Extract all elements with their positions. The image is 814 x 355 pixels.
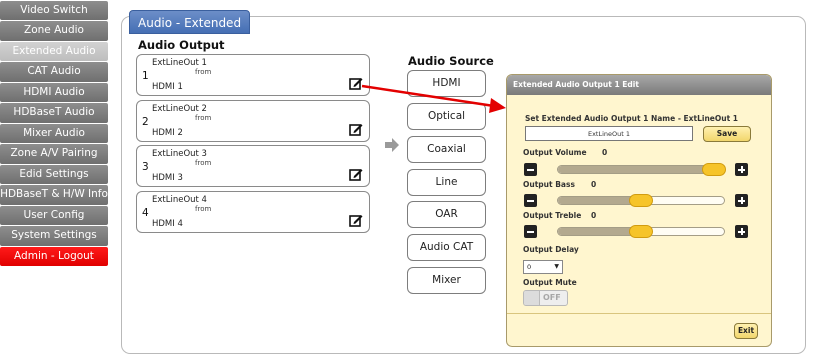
mute-state: OFF: [543, 293, 561, 302]
sidebar-item-cat-audio[interactable]: CAT Audio: [0, 62, 108, 82]
exit-button[interactable]: Exit: [734, 323, 758, 339]
divider: [507, 313, 771, 314]
sidebar-item-hdbaset-audio[interactable]: HDBaseT Audio: [0, 103, 108, 123]
edit-output-dialog: Extended Audio Output 1 Edit Set Extende…: [506, 74, 772, 347]
output-number: 1: [142, 70, 149, 82]
output-number: 4: [142, 207, 149, 219]
sidebar-item-user-config[interactable]: User Config: [0, 205, 108, 226]
volume-label: Output Volume: [523, 148, 587, 157]
output-source: HDMI 3: [152, 173, 183, 183]
bass-slider[interactable]: [557, 194, 725, 207]
edit-icon[interactable]: [349, 213, 363, 227]
treble-handle[interactable]: [629, 225, 653, 238]
from-label: from: [195, 159, 212, 167]
treble-value: 0: [591, 211, 597, 220]
output-name: ExtLineOut 1: [152, 58, 207, 68]
volume-slider[interactable]: [557, 163, 727, 176]
plus-icon[interactable]: [735, 225, 748, 238]
bass-label: Output Bass: [523, 180, 575, 189]
source-button-coaxial[interactable]: Coaxial: [407, 136, 486, 163]
source-button-audio-cat[interactable]: Audio CAT: [407, 234, 486, 261]
treble-label: Output Treble: [523, 211, 582, 220]
plus-icon[interactable]: [735, 163, 748, 176]
toggle-knob: [524, 291, 540, 305]
audio-output-1[interactable]: 1 ExtLineOut 1 from HDMI 1: [136, 54, 370, 96]
edit-icon[interactable]: [349, 122, 363, 136]
volume-handle[interactable]: [702, 163, 727, 176]
audio-output-3[interactable]: 3 ExtLineOut 3 from HDMI 3: [136, 145, 370, 187]
output-source: HDMI 1: [152, 82, 183, 92]
sidebar-item-mixer-audio[interactable]: Mixer Audio: [0, 123, 108, 144]
mute-toggle[interactable]: OFF: [523, 290, 568, 306]
output-number: 3: [142, 161, 149, 173]
sidebar-item-edid-settings[interactable]: Edid Settings: [0, 164, 108, 185]
sidebar-item-video-switch[interactable]: Video Switch: [0, 1, 108, 21]
output-name: ExtLineOut 2: [152, 104, 207, 114]
sidebar-item-zone-av-pairing[interactable]: Zone A/V Pairing: [0, 144, 108, 164]
dialog-title: Extended Audio Output 1 Edit: [507, 75, 771, 95]
bass-value: 0: [591, 180, 597, 189]
output-name: ExtLineOut 4: [152, 195, 207, 205]
audio-source-heading: Audio Source: [408, 54, 494, 68]
sidebar-item-hdbaset-hw-info[interactable]: HDBaseT & H/W Info: [0, 185, 108, 205]
sidebar-item-admin-logout[interactable]: Admin - Logout: [0, 246, 108, 266]
plus-icon[interactable]: [735, 194, 748, 207]
output-number: 2: [142, 116, 149, 128]
minus-icon[interactable]: [524, 225, 537, 238]
mute-label: Output Mute: [523, 278, 577, 287]
from-label: from: [195, 205, 212, 213]
sidebar-item-hdmi-audio[interactable]: HDMI Audio: [0, 82, 108, 103]
pointer-arrow-icon: [361, 84, 506, 113]
delay-select[interactable]: 0 ▼: [523, 260, 563, 274]
source-button-oar[interactable]: OAR: [407, 201, 486, 228]
output-name-input[interactable]: [525, 126, 693, 141]
sidebar-item-zone-audio[interactable]: Zone Audio: [0, 21, 108, 41]
source-button-line[interactable]: Line: [407, 169, 486, 196]
output-name: ExtLineOut 3: [152, 149, 207, 159]
source-button-mixer[interactable]: Mixer: [407, 267, 486, 294]
audio-output-4[interactable]: 4 ExtLineOut 4 from HDMI 4: [136, 191, 370, 233]
delay-label: Output Delay: [523, 245, 579, 254]
chevron-down-icon: ▼: [554, 263, 559, 270]
from-label: from: [195, 114, 212, 122]
delay-value: 0: [527, 263, 532, 271]
right-arrow-icon: [385, 138, 399, 152]
audio-output-heading: Audio Output: [138, 38, 225, 52]
bass-handle[interactable]: [629, 194, 653, 207]
from-label: from: [195, 68, 212, 76]
audio-output-2[interactable]: 2 ExtLineOut 2 from HDMI 2: [136, 100, 370, 142]
treble-slider[interactable]: [557, 225, 725, 238]
page-title: Audio - Extended: [129, 10, 251, 34]
volume-fill: [558, 166, 715, 173]
sidebar-item-extended-audio[interactable]: Extended Audio: [0, 41, 108, 62]
volume-value: 0: [602, 148, 608, 157]
minus-icon[interactable]: [524, 163, 537, 176]
name-label: Set Extended Audio Output 1 Name - ExtLi…: [525, 114, 738, 123]
sidebar-nav: Video Switch Zone Audio Extended Audio C…: [0, 0, 108, 267]
minus-icon[interactable]: [524, 194, 537, 207]
output-source: HDMI 4: [152, 219, 183, 229]
save-button[interactable]: Save: [703, 126, 751, 142]
edit-icon[interactable]: [349, 167, 363, 181]
sidebar-item-system-settings[interactable]: System Settings: [0, 226, 108, 246]
output-source: HDMI 2: [152, 128, 183, 138]
